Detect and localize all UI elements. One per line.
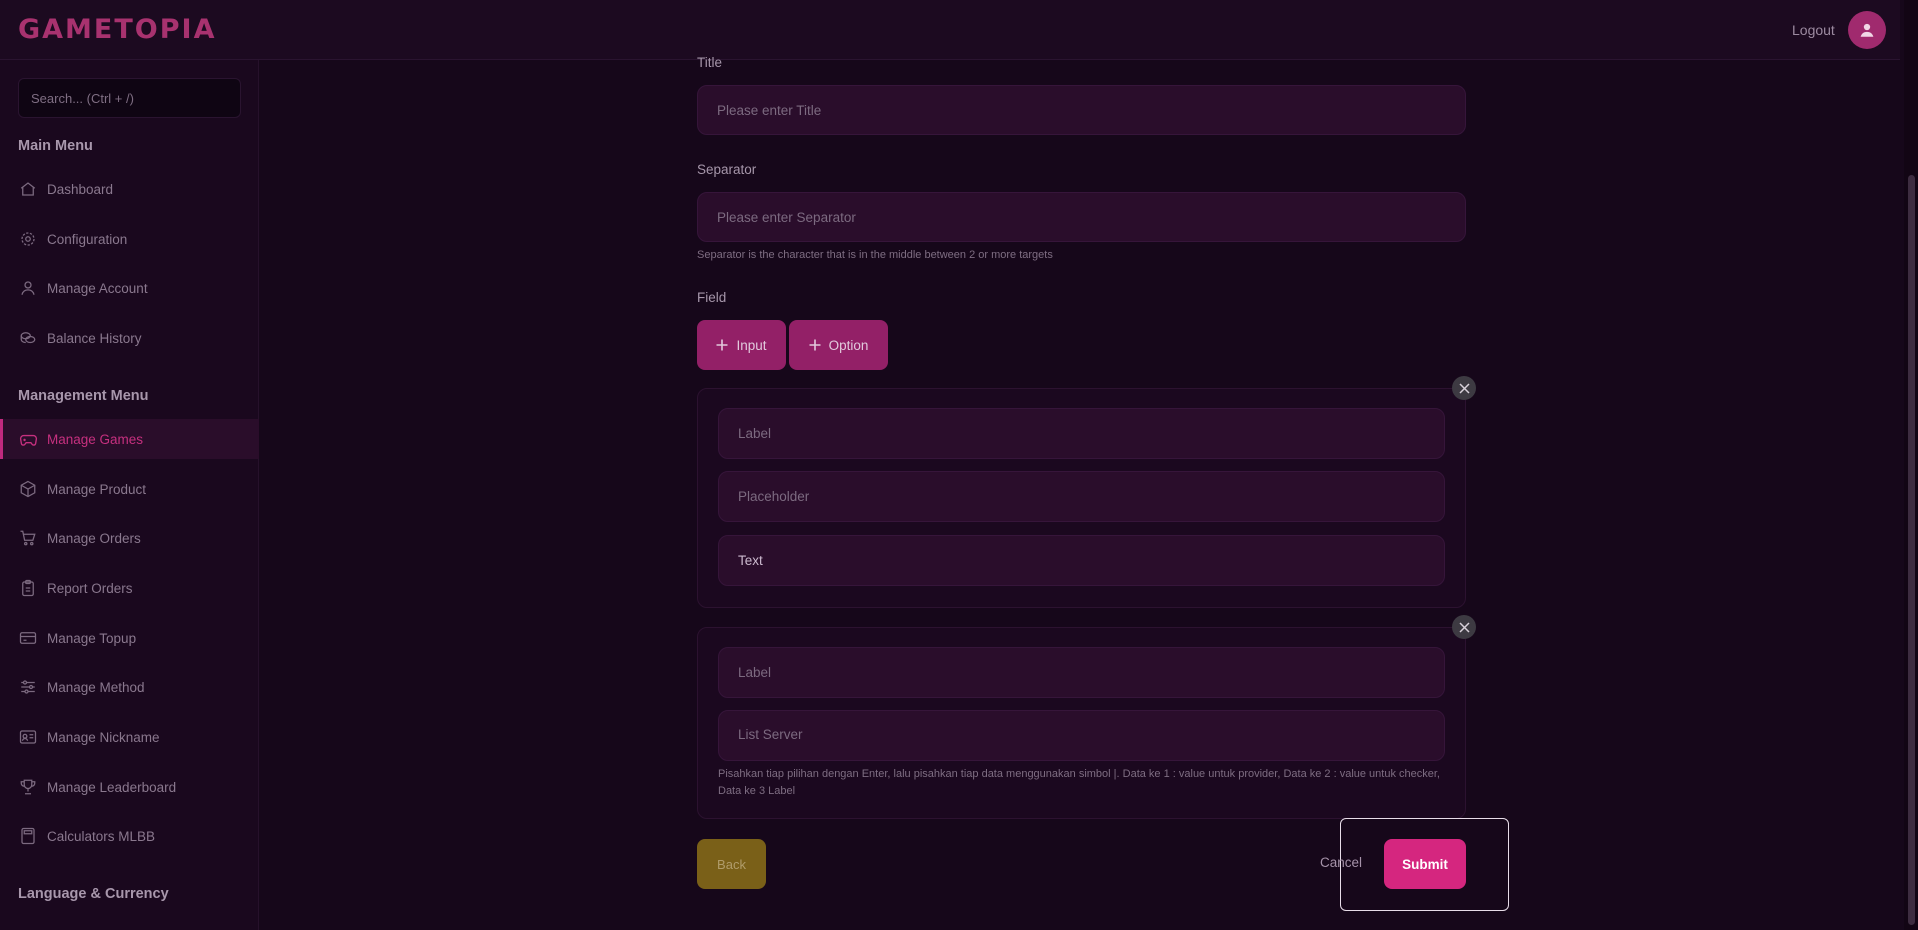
sliders-icon [18, 677, 38, 697]
sidebar-item-label: Manage Nickname [47, 729, 160, 745]
sidebar-item-configuration[interactable]: Configuration [0, 219, 259, 259]
sidebar-item-manage-product[interactable]: Manage Product [0, 469, 259, 509]
user-icon [1860, 23, 1874, 37]
sidebar-item-balance-history[interactable]: Balance History [0, 318, 259, 358]
option-label-field[interactable] [718, 647, 1445, 698]
sidebar-item-label: Manage Topup [47, 630, 137, 646]
sidebar-item-manage-leaderboard[interactable]: Manage Leaderboard [0, 767, 259, 807]
sidebar-item-dashboard[interactable]: Dashboard [0, 169, 259, 209]
sidebar-item-manage-games[interactable]: Manage Games [0, 419, 259, 459]
cart-icon [18, 528, 38, 548]
language-currency-title: Language & Currency [18, 886, 169, 902]
sidebar-item-label: Report Orders [47, 580, 133, 596]
gear-icon [18, 229, 38, 249]
avatar[interactable] [1848, 11, 1886, 49]
top-bar: GAMETOPIA Logout [0, 0, 1900, 60]
user-icon [18, 278, 38, 298]
sidebar-item-manage-topup[interactable]: Manage Topup [0, 618, 259, 658]
plus-icon [716, 339, 728, 351]
sidebar-item-label: Manage Method [47, 679, 145, 695]
scrollbar-thumb[interactable] [1908, 175, 1915, 925]
home-icon [18, 179, 38, 199]
sidebar-item-label: Manage Product [47, 481, 147, 497]
sidebar-item-label: Balance History [47, 330, 142, 346]
card-icon [18, 628, 38, 648]
search-input[interactable] [18, 78, 241, 118]
sidebar-item-report-orders[interactable]: Report Orders [0, 568, 259, 608]
sidebar-item-label: Manage Leaderboard [47, 779, 177, 795]
calculator-icon [18, 826, 38, 846]
separator-help-text: Separator is the character that is in th… [697, 249, 1053, 261]
sidebar-item-label: Calculators MLBB [47, 828, 156, 844]
sidebar-item-label: Dashboard [47, 181, 114, 197]
brand-logo[interactable]: GAMETOPIA [18, 14, 216, 45]
submit-button[interactable]: Submit [1384, 839, 1466, 889]
sidebar-item-label: Configuration [47, 231, 128, 247]
separator-label: Separator [697, 162, 757, 177]
add-option-button[interactable]: Option [789, 320, 888, 370]
remove-input-group-button[interactable] [1452, 376, 1476, 400]
add-input-button[interactable]: Input [697, 320, 786, 370]
gamepad-icon [18, 429, 38, 449]
remove-option-group-button[interactable] [1452, 615, 1476, 639]
list-server-help-text: Pisahkan tiap pilihan dengan Enter, lalu… [718, 768, 1440, 797]
input-placeholder-field[interactable] [718, 471, 1445, 522]
back-button[interactable]: Back [697, 839, 766, 889]
add-input-label: Input [736, 337, 767, 353]
id-card-icon [18, 727, 38, 747]
input-type-value: Text [738, 553, 763, 568]
sidebar-item-manage-method[interactable]: Manage Method [0, 667, 259, 707]
plus-icon [809, 339, 821, 351]
coins-icon [18, 328, 38, 348]
main-menu-title: Main Menu [18, 138, 93, 154]
sidebar-item-label: Manage Games [47, 431, 144, 447]
sidebar-item-manage-account[interactable]: Manage Account [0, 268, 259, 308]
title-label: Title [697, 55, 723, 70]
title-input[interactable] [697, 85, 1466, 135]
sidebar: Main Menu Dashboard Configuration Manage… [0, 60, 259, 930]
close-icon [1458, 621, 1470, 633]
trophy-icon [18, 777, 38, 797]
box-icon [18, 479, 38, 499]
sidebar-item-label: Manage Account [47, 280, 148, 296]
sidebar-item-manage-orders[interactable]: Manage Orders [0, 518, 259, 558]
management-menu-title: Management Menu [18, 388, 149, 404]
close-icon [1458, 382, 1470, 394]
separator-input[interactable] [697, 192, 1466, 242]
sidebar-item-label: Manage Orders [47, 530, 141, 546]
input-label-field[interactable] [718, 408, 1445, 459]
sidebar-item-calculators-mlbb[interactable]: Calculators MLBB [0, 816, 259, 856]
cancel-button[interactable]: Cancel [1320, 855, 1362, 870]
logout-link[interactable]: Logout [1792, 22, 1835, 38]
input-type-select[interactable]: Text [718, 535, 1445, 586]
field-label: Field [697, 290, 727, 305]
clipboard-icon [18, 578, 38, 598]
add-option-label: Option [828, 337, 869, 353]
sidebar-item-manage-nickname[interactable]: Manage Nickname [0, 717, 259, 757]
list-server-textarea[interactable] [718, 710, 1445, 761]
